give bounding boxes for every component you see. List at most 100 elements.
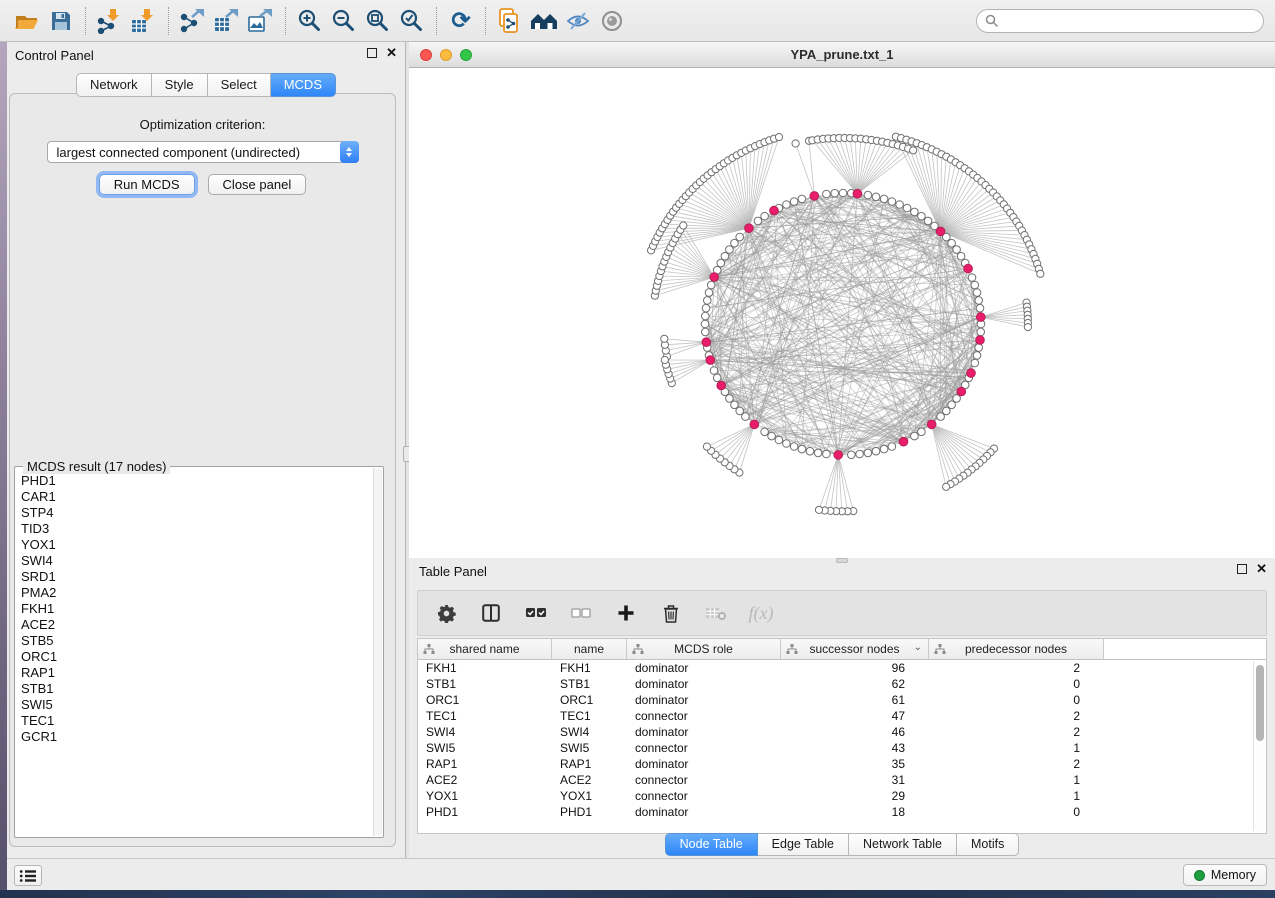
- zoom-in-icon[interactable]: [293, 5, 327, 37]
- table-cell[interactable]: STB1: [418, 677, 552, 691]
- table-delete-icon[interactable]: [704, 601, 728, 625]
- mcds-result-item[interactable]: ACE2: [16, 617, 373, 633]
- optimization-criterion-select[interactable]: largest connected component (undirected): [47, 141, 359, 163]
- mcds-list-scrollbar[interactable]: [373, 468, 382, 836]
- mcds-result-item[interactable]: GCR1: [16, 729, 373, 745]
- table-cell[interactable]: 2: [929, 725, 1104, 739]
- mcds-result-item[interactable]: SWI4: [16, 553, 373, 569]
- table-cell[interactable]: 0: [929, 693, 1104, 707]
- table-cell[interactable]: 46: [781, 725, 929, 739]
- network-graph[interactable]: [409, 68, 1275, 558]
- open-folder-icon[interactable]: [10, 5, 44, 37]
- table-cell[interactable]: dominator: [627, 725, 781, 739]
- table-cell[interactable]: 61: [781, 693, 929, 707]
- eye-icon[interactable]: [595, 5, 629, 37]
- table-cell[interactable]: connector: [627, 709, 781, 723]
- table-cell[interactable]: 35: [781, 757, 929, 771]
- mcds-result-item[interactable]: TID3: [16, 521, 373, 537]
- maximize-window-icon[interactable]: [460, 49, 472, 61]
- mcds-result-item[interactable]: STB1: [16, 681, 373, 697]
- import-network-icon[interactable]: [93, 5, 127, 37]
- table-cell[interactable]: PHD1: [418, 805, 552, 819]
- table-row[interactable]: TEC1TEC1connector472: [418, 708, 1253, 724]
- column-header-name[interactable]: name: [552, 639, 627, 659]
- close-panel-icon[interactable]: ✕: [386, 48, 397, 58]
- mcds-result-item[interactable]: STP4: [16, 505, 373, 521]
- table-cell[interactable]: connector: [627, 741, 781, 755]
- table-cell[interactable]: 2: [929, 757, 1104, 771]
- refresh-icon[interactable]: ⟳: [444, 5, 478, 37]
- table-cell[interactable]: connector: [627, 773, 781, 787]
- mcds-result-list[interactable]: PHD1CAR1STP4TID3YOX1SWI4SRD1PMA2FKH1ACE2…: [16, 473, 373, 836]
- table-cell[interactable]: 1: [929, 741, 1104, 755]
- tab-node-table[interactable]: Node Table: [665, 833, 758, 856]
- table-cell[interactable]: 31: [781, 773, 929, 787]
- checkbox-unchecked-pair-icon[interactable]: [569, 601, 593, 625]
- close-panel-button[interactable]: Close panel: [208, 174, 307, 195]
- table-cell[interactable]: STB1: [552, 677, 627, 691]
- mcds-result-item[interactable]: YOX1: [16, 537, 373, 553]
- column-header-successor-nodes[interactable]: successor nodes⌄: [781, 639, 929, 659]
- table-cell[interactable]: FKH1: [552, 661, 627, 675]
- zoom-out-icon[interactable]: [327, 5, 361, 37]
- tab-network-table[interactable]: Network Table: [849, 833, 957, 856]
- table-scrollbar[interactable]: [1253, 661, 1265, 831]
- memory-button[interactable]: Memory: [1183, 864, 1267, 886]
- zoom-fit-icon[interactable]: [361, 5, 395, 37]
- tab-select[interactable]: Select: [208, 73, 271, 97]
- table-cell[interactable]: SWI5: [418, 741, 552, 755]
- table-row[interactable]: ACE2ACE2connector311: [418, 772, 1253, 788]
- save-icon[interactable]: [44, 5, 78, 37]
- table-cell[interactable]: dominator: [627, 757, 781, 771]
- float-table-panel-icon[interactable]: [1237, 564, 1247, 574]
- mcds-result-item[interactable]: PMA2: [16, 585, 373, 601]
- column-header-shared-name[interactable]: shared name: [418, 639, 552, 659]
- table-cell[interactable]: 47: [781, 709, 929, 723]
- mcds-result-item[interactable]: RAP1: [16, 665, 373, 681]
- table-row[interactable]: SWI4SWI4dominator462: [418, 724, 1253, 740]
- close-table-panel-icon[interactable]: ✕: [1256, 564, 1267, 574]
- table-row[interactable]: RAP1RAP1dominator352: [418, 756, 1253, 772]
- table-cell[interactable]: FKH1: [418, 661, 552, 675]
- table-cell[interactable]: 2: [929, 661, 1104, 675]
- export-table-icon[interactable]: [210, 5, 244, 37]
- zoom-selected-icon[interactable]: [395, 5, 429, 37]
- table-cell[interactable]: dominator: [627, 661, 781, 675]
- table-row[interactable]: FKH1FKH1dominator962: [418, 660, 1253, 676]
- minimize-window-icon[interactable]: [440, 49, 452, 61]
- table-cell[interactable]: 1: [929, 773, 1104, 787]
- tab-style[interactable]: Style: [152, 73, 208, 97]
- table-cell[interactable]: 29: [781, 789, 929, 803]
- tab-edge-table[interactable]: Edge Table: [758, 833, 849, 856]
- table-cell[interactable]: TEC1: [552, 709, 627, 723]
- plus-icon[interactable]: [614, 601, 638, 625]
- network-file-share-icon[interactable]: [493, 5, 527, 37]
- table-cell[interactable]: ACE2: [552, 773, 627, 787]
- table-cell[interactable]: TEC1: [418, 709, 552, 723]
- table-cell[interactable]: 96: [781, 661, 929, 675]
- mcds-result-item[interactable]: TEC1: [16, 713, 373, 729]
- mcds-result-item[interactable]: SRD1: [16, 569, 373, 585]
- table-cell[interactable]: ACE2: [418, 773, 552, 787]
- table-row[interactable]: PHD1PHD1dominator180: [418, 804, 1253, 820]
- hide-details-eye-icon[interactable]: [561, 5, 595, 37]
- mcds-result-item[interactable]: SWI5: [16, 697, 373, 713]
- table-cell[interactable]: connector: [627, 789, 781, 803]
- gear-icon[interactable]: [434, 601, 458, 625]
- table-cell[interactable]: 18: [781, 805, 929, 819]
- network-canvas[interactable]: [409, 68, 1275, 558]
- mcds-result-item[interactable]: STB5: [16, 633, 373, 649]
- network-window-titlebar[interactable]: YPA_prune.txt_1: [409, 42, 1275, 68]
- table-cell[interactable]: SWI4: [552, 725, 627, 739]
- table-cell[interactable]: 2: [929, 709, 1104, 723]
- table-cell[interactable]: 43: [781, 741, 929, 755]
- table-cell[interactable]: PHD1: [552, 805, 627, 819]
- table-row[interactable]: YOX1YOX1connector291: [418, 788, 1253, 804]
- table-cell[interactable]: 0: [929, 805, 1104, 819]
- mcds-result-item[interactable]: CAR1: [16, 489, 373, 505]
- function-fx-icon[interactable]: f(x): [749, 601, 773, 625]
- table-cell[interactable]: YOX1: [552, 789, 627, 803]
- close-window-icon[interactable]: [420, 49, 432, 61]
- table-row[interactable]: ORC1ORC1dominator610: [418, 692, 1253, 708]
- split-columns-icon[interactable]: [479, 601, 503, 625]
